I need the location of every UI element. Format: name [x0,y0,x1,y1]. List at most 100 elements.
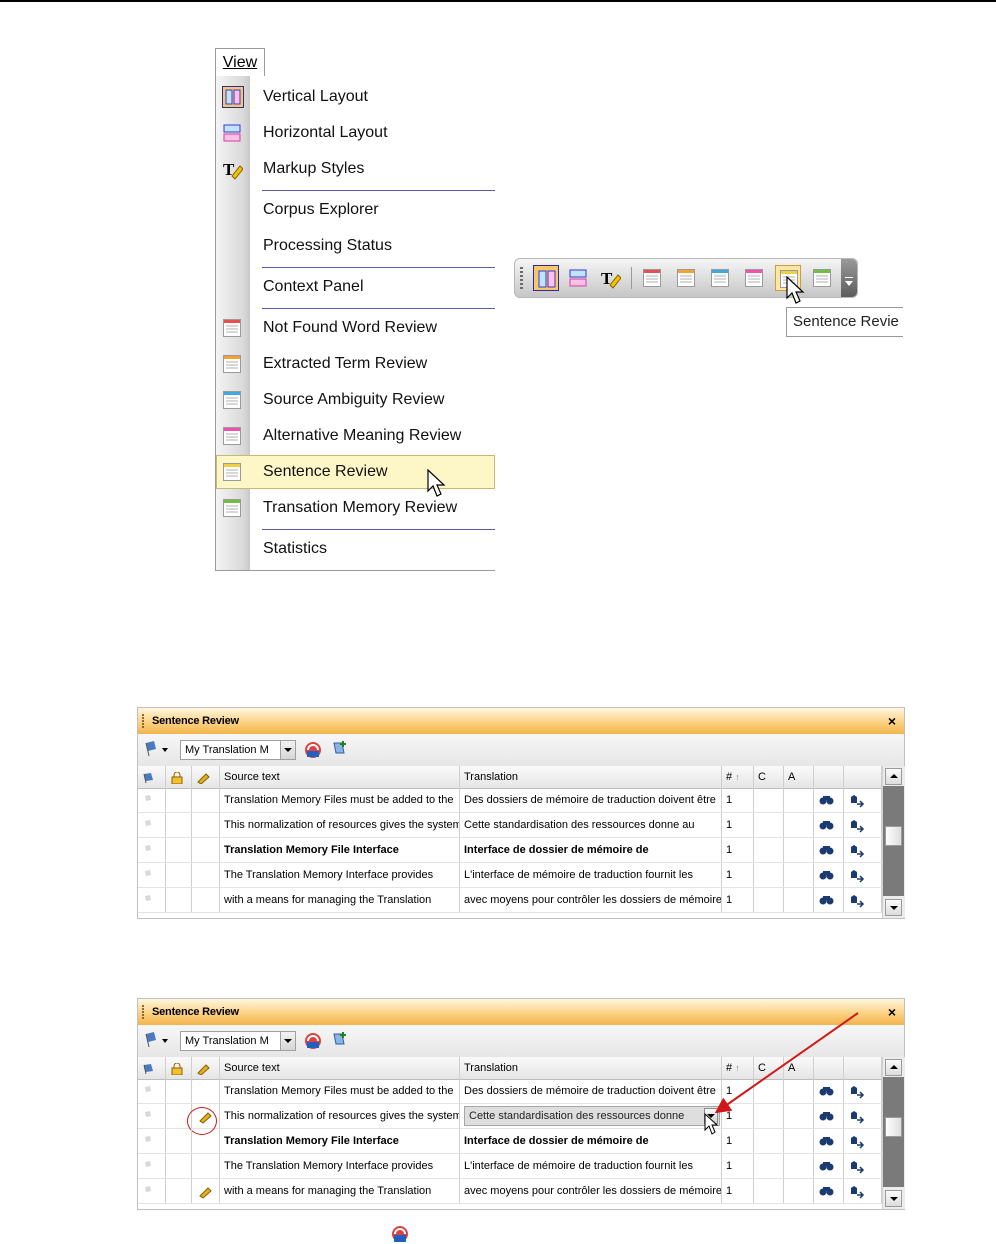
view-menu-title[interactable]: View [215,48,265,76]
source-cell[interactable]: Translation Memory Files must be added t… [220,1079,460,1103]
chevron-down-icon[interactable] [280,1032,295,1050]
flag-cell[interactable] [138,1104,166,1128]
scroll-up-button[interactable] [885,768,902,785]
horizontal-layout-button[interactable] [565,265,591,291]
lock-cell[interactable] [166,1179,192,1203]
find-cell[interactable] [814,888,844,912]
translation-cell[interactable]: Interface de dossier de mémoire de [460,838,722,862]
goto-cell[interactable] [844,838,882,862]
menu-item-corpus-explorer[interactable]: Corpus Explorer [216,193,495,227]
flag-cell[interactable] [138,1154,166,1178]
translation-cell[interactable]: L'interface de mémoire de traduction fou… [460,1154,722,1178]
table-row[interactable]: Translation Memory Files must be added t… [138,788,882,813]
lock-cell[interactable] [166,813,192,837]
scroll-up-button[interactable] [885,1059,902,1076]
refresh-icon[interactable] [302,739,324,761]
goto-cell[interactable] [844,788,882,812]
menu-item-vertical-layout[interactable]: Vertical Layout [216,80,495,114]
header-lock-column[interactable] [166,1057,192,1079]
menu-item-extracted-term-review[interactable]: Extracted Term Review [216,347,495,381]
find-cell[interactable] [814,788,844,812]
translation-cell[interactable]: Des dossiers de mémoire de traduction do… [460,788,722,812]
scroll-down-button[interactable] [885,1190,902,1207]
header-lock-column[interactable] [166,766,192,788]
table-row[interactable]: The Translation Memory Interface provide… [138,863,882,888]
translation-memory-review-button[interactable] [809,265,835,291]
table-row[interactable]: Translation Memory File Interface Interf… [138,838,882,863]
flag-cell[interactable] [138,1179,166,1203]
header-edit-column[interactable] [192,1057,220,1079]
close-icon[interactable]: × [888,999,896,1025]
find-cell[interactable] [814,1154,844,1178]
header-source-text[interactable]: Source text [220,1057,460,1079]
chevron-down-icon[interactable] [280,741,295,759]
edit-cell[interactable] [192,863,220,887]
edit-cell[interactable] [192,1179,220,1203]
table-row[interactable]: The Translation Memory Interface provide… [138,1154,882,1179]
source-ambiguity-review-button[interactable] [707,265,733,291]
lock-cell[interactable] [166,863,192,887]
flag-cell[interactable] [138,813,166,837]
find-cell[interactable] [814,1129,844,1153]
table-row[interactable]: Translation Memory File Interface Interf… [138,1129,882,1154]
flag-cell[interactable] [138,1129,166,1153]
tm-select[interactable]: My Translation M [180,1031,296,1051]
tm-select[interactable]: My Translation M [180,740,296,760]
source-cell[interactable]: with a means for managing the Translatio… [220,1179,460,1203]
vertical-scrollbar[interactable] [882,766,905,918]
lock-cell[interactable] [166,1129,192,1153]
source-cell[interactable]: Translation Memory File Interface [220,1129,460,1153]
goto-cell[interactable] [844,1179,882,1203]
find-cell[interactable] [814,863,844,887]
menu-item-markup-styles[interactable]: T Markup Styles [216,152,495,186]
edit-cell[interactable] [192,788,220,812]
goto-cell[interactable] [844,1129,882,1153]
flag-cell[interactable] [138,888,166,912]
panel-title-bar[interactable]: Sentence Review × [138,708,904,735]
alternative-meaning-review-button[interactable] [741,265,767,291]
scroll-thumb[interactable] [885,1117,902,1137]
menu-item-translation-memory-review[interactable]: Transation Memory Review [216,491,495,525]
source-cell[interactable]: The Translation Memory Interface provide… [220,863,460,887]
flag-dropdown-icon[interactable] [142,1030,172,1050]
source-cell[interactable]: Translation Memory Files must be added t… [220,788,460,812]
goto-cell[interactable] [844,888,882,912]
goto-cell[interactable] [844,813,882,837]
header-c[interactable]: C [754,766,784,788]
translation-cell[interactable]: Interface de dossier de mémoire de [460,1129,722,1153]
header-a[interactable]: A [784,766,814,788]
toolbar-grip[interactable] [520,267,523,289]
flag-cell[interactable] [138,1079,166,1103]
find-cell[interactable] [814,813,844,837]
header-edit-column[interactable] [192,766,220,788]
panel-grip[interactable] [142,714,144,728]
flag-cell[interactable] [138,788,166,812]
extracted-term-review-button[interactable] [673,265,699,291]
header-flag-column[interactable] [138,1057,166,1079]
find-cell[interactable] [814,1179,844,1203]
scroll-thumb[interactable] [885,826,902,846]
edit-cell[interactable] [192,1079,220,1103]
menu-item-processing-status[interactable]: Processing Status [216,229,495,263]
edit-cell[interactable] [192,1129,220,1153]
translation-cell[interactable]: avec moyens pour contrôler les dossiers … [460,888,722,912]
refresh-icon[interactable] [302,1030,324,1052]
edit-cell[interactable] [192,813,220,837]
menu-item-context-panel[interactable]: Context Panel [216,270,495,304]
source-cell[interactable]: This normalization of resources gives th… [220,1104,460,1128]
source-cell[interactable]: Translation Memory File Interface [220,838,460,862]
source-cell[interactable]: with a means for managing the Translatio… [220,888,460,912]
toolbar-options-button[interactable] [841,259,857,297]
translation-cell[interactable]: L'interface de mémoire de traduction fou… [460,863,722,887]
source-cell[interactable]: This normalization of resources gives th… [220,813,460,837]
header-count[interactable]: # ↑ [722,766,754,788]
find-cell[interactable] [814,838,844,862]
header-translation[interactable]: Translation [460,1057,722,1079]
table-row[interactable]: with a means for managing the Translatio… [138,888,882,913]
add-tm-icon[interactable] [328,1030,350,1052]
translation-cell[interactable]: Des dossiers de mémoire de traduction do… [460,1079,722,1103]
lock-cell[interactable] [166,788,192,812]
edit-cell[interactable] [192,888,220,912]
menu-item-statistics[interactable]: Statistics [216,532,495,566]
lock-cell[interactable] [166,838,192,862]
